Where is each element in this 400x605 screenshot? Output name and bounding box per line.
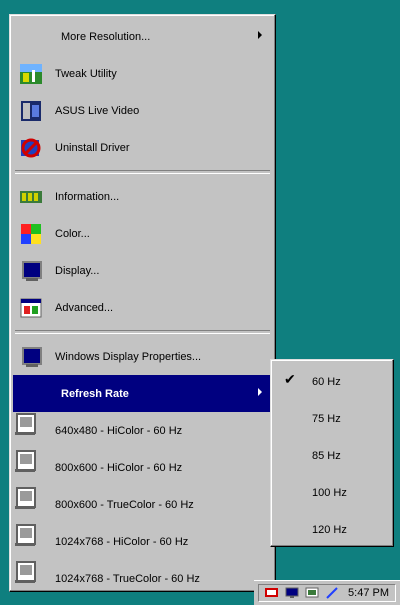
live-video-icon <box>21 100 41 121</box>
menu-item-label: 1024x768 - HiColor - 60 Hz <box>55 535 189 548</box>
submenu-arrow-icon <box>258 388 262 396</box>
computer-icon <box>15 413 43 443</box>
taskbar-clock[interactable]: 5:47 PM <box>348 587 395 599</box>
menu-item-mode[interactable]: 640x480 - HiColor - 60 Hz <box>13 412 272 449</box>
display-icon <box>19 259 43 283</box>
menu-item-color[interactable]: Color... <box>13 215 272 252</box>
menu-item-mode[interactable]: 800x600 - TrueColor - 60 Hz <box>13 486 272 523</box>
taskbar: 5:47 PM <box>254 580 400 605</box>
menu-item-label: More Resolution... <box>61 30 151 43</box>
submenu-item-85hz[interactable]: 85 Hz <box>274 437 390 474</box>
submenu-item-100hz[interactable]: 100 Hz <box>274 474 390 511</box>
information-icon <box>20 190 42 203</box>
menu-item-asus-live-video[interactable]: ASUS Live Video <box>13 92 272 129</box>
menu-item-display[interactable]: Display... <box>13 252 272 289</box>
computer-icon <box>15 524 43 554</box>
menu-item-information[interactable]: Information... <box>13 178 272 215</box>
menu-item-mode[interactable]: 1024x768 - HiColor - 60 Hz <box>13 523 272 560</box>
menu-separator <box>15 330 270 334</box>
context-menu: More Resolution... Tweak Utility ASUS Li… <box>9 14 276 592</box>
menu-item-label: 640x480 - HiColor - 60 Hz <box>55 424 183 437</box>
menu-item-refresh-rate[interactable]: Refresh Rate <box>13 375 272 412</box>
tray-pen-icon[interactable] <box>325 587 339 599</box>
menu-item-mode[interactable]: 800x600 - HiColor - 60 Hz <box>13 449 272 486</box>
menu-item-label: Refresh Rate <box>61 387 129 400</box>
tweak-utility-icon <box>20 63 42 84</box>
submenu-item-label: 100 Hz <box>312 486 347 499</box>
tray-asus-icon[interactable] <box>265 587 279 599</box>
computer-icon <box>15 450 43 480</box>
menu-item-label: 800x600 - HiColor - 60 Hz <box>55 461 183 474</box>
menu-item-label: Advanced... <box>55 301 114 314</box>
menu-item-label: Information... <box>55 190 120 203</box>
menu-item-label: ASUS Live Video <box>55 104 140 117</box>
menu-item-uninstall-driver[interactable]: Uninstall Driver <box>13 129 272 166</box>
menu-item-label: Uninstall Driver <box>55 141 130 154</box>
advanced-icon <box>20 298 42 317</box>
submenu-item-label: 120 Hz <box>312 523 347 536</box>
monitor-icon <box>19 345 43 369</box>
submenu-item-label: 85 Hz <box>312 449 341 462</box>
menu-separator <box>15 170 270 174</box>
menu-item-windows-display-properties[interactable]: Windows Display Properties... <box>13 338 272 375</box>
submenu-item-label: 60 Hz <box>312 375 341 388</box>
computer-icon <box>15 561 43 591</box>
system-tray: 5:47 PM <box>258 584 396 602</box>
menu-item-label: 1024x768 - TrueColor - 60 Hz <box>55 572 200 585</box>
menu-item-label: 800x600 - TrueColor - 60 Hz <box>55 498 194 511</box>
color-icon <box>21 223 41 244</box>
submenu-item-60hz[interactable]: ✔ 60 Hz <box>274 363 390 400</box>
menu-item-tweak-utility[interactable]: Tweak Utility <box>13 55 272 92</box>
checkmark-icon: ✔ <box>284 371 296 387</box>
menu-item-mode[interactable]: 1024x768 - TrueColor - 60 Hz <box>13 560 272 597</box>
menu-item-advanced[interactable]: Advanced... <box>13 289 272 326</box>
uninstall-icon <box>21 138 41 157</box>
tray-monitor-icon[interactable] <box>285 587 299 599</box>
tray-display-icon[interactable] <box>305 587 319 599</box>
menu-item-label: Windows Display Properties... <box>55 350 202 363</box>
submenu-item-75hz[interactable]: 75 Hz <box>274 400 390 437</box>
menu-item-label: Tweak Utility <box>55 67 117 80</box>
submenu-item-label: 75 Hz <box>312 412 341 425</box>
computer-icon <box>15 487 43 517</box>
submenu-item-120hz[interactable]: 120 Hz <box>274 511 390 548</box>
menu-item-label: Display... <box>55 264 100 277</box>
refresh-rate-submenu: ✔ 60 Hz 75 Hz 85 Hz 100 Hz 120 Hz <box>270 359 394 547</box>
submenu-arrow-icon <box>258 31 262 39</box>
menu-item-label: Color... <box>55 227 90 240</box>
menu-item-more-resolution[interactable]: More Resolution... <box>13 18 272 55</box>
